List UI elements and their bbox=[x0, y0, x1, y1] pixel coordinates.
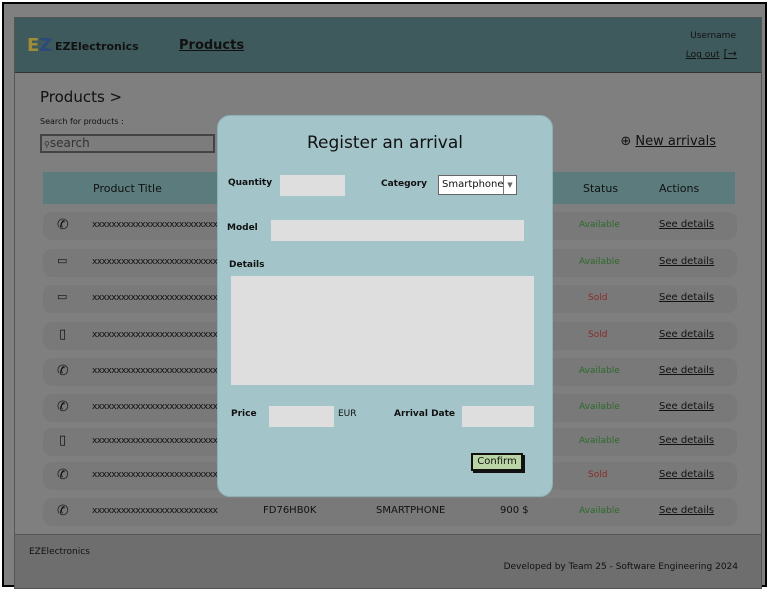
logo: EZ bbox=[27, 35, 53, 56]
modal-title: Register an arrival bbox=[306, 133, 463, 153]
col-actions: Actions bbox=[659, 182, 700, 195]
arrival-date-input[interactable] bbox=[462, 406, 534, 427]
status-badge: Sold bbox=[588, 293, 608, 303]
chevron-down-icon: ▼ bbox=[503, 176, 516, 194]
search-placeholder: search bbox=[49, 136, 90, 150]
phone-icon: ✆ bbox=[57, 363, 69, 379]
logout-arrow-icon: [→ bbox=[723, 47, 737, 60]
footer-credits: Developed by Team 25 - Software Engineer… bbox=[503, 562, 738, 572]
search-input[interactable]: ⚲search bbox=[40, 134, 215, 153]
product-title: xxxxxxxxxxxxxxxxxxxxxxxxxx bbox=[92, 436, 218, 446]
price-input[interactable] bbox=[269, 406, 334, 427]
see-details-link[interactable]: See details bbox=[659, 401, 714, 412]
footer-brand: EZElectronics bbox=[29, 547, 90, 557]
laptop-icon: ▭ bbox=[57, 254, 68, 267]
logout-label: Log out bbox=[685, 50, 720, 60]
status-badge: Available bbox=[579, 366, 620, 376]
quantity-label: Quantity bbox=[228, 178, 273, 188]
see-details-link[interactable]: See details bbox=[659, 365, 714, 376]
appliance-icon: ▯ bbox=[59, 433, 67, 448]
product-title: xxxxxxxxxxxxxxxxxxxxxxxxxx bbox=[92, 257, 218, 267]
new-arrivals-button[interactable]: ⊕ New arrivals bbox=[620, 134, 716, 149]
product-category: SMARTPHONE bbox=[376, 505, 446, 516]
arrival-date-label: Arrival Date bbox=[394, 409, 456, 419]
product-title: xxxxxxxxxxxxxxxxxxxxxxxxxx bbox=[92, 506, 218, 516]
brand-name: EZElectronics bbox=[55, 40, 139, 53]
status-badge: Available bbox=[579, 220, 620, 230]
footer: EZElectronics Developed by Team 25 - Sof… bbox=[15, 534, 761, 588]
price-label: Price bbox=[231, 409, 257, 419]
see-details-link[interactable]: See details bbox=[659, 219, 714, 230]
laptop-icon: ▭ bbox=[57, 290, 68, 303]
details-textarea[interactable] bbox=[231, 276, 534, 385]
logout-link[interactable]: Log out [→ bbox=[686, 47, 737, 60]
status-badge: Available bbox=[579, 506, 620, 516]
category-value: Smartphone bbox=[442, 179, 504, 190]
appliance-icon: ▯ bbox=[59, 327, 67, 342]
breadcrumb: Products > bbox=[40, 88, 123, 106]
currency-label: EUR bbox=[338, 409, 357, 419]
header: EZ EZElectronics Products Username Log o… bbox=[15, 18, 761, 73]
see-details-link[interactable]: See details bbox=[659, 292, 714, 303]
product-title: xxxxxxxxxxxxxxxxxxxxxxxxxx bbox=[92, 470, 218, 480]
product-title: xxxxxxxxxxxxxxxxxxxxxxxxxx bbox=[92, 220, 218, 230]
see-details-link[interactable]: See details bbox=[659, 469, 714, 480]
model-input[interactable] bbox=[271, 220, 524, 241]
new-arrivals-label: New arrivals bbox=[635, 134, 716, 149]
status-badge: Available bbox=[579, 402, 620, 412]
details-label: Details bbox=[229, 260, 265, 270]
plus-circle-icon: ⊕ bbox=[620, 134, 632, 149]
phone-icon: ✆ bbox=[57, 399, 69, 415]
see-details-link[interactable]: See details bbox=[659, 329, 714, 340]
username: Username bbox=[690, 31, 736, 41]
see-details-link[interactable]: See details bbox=[659, 256, 714, 267]
product-code: FD76HB0K bbox=[263, 505, 317, 516]
product-title: xxxxxxxxxxxxxxxxxxxxxxxxxx bbox=[92, 402, 218, 412]
status-badge: Available bbox=[579, 257, 620, 267]
search-label: Search for products : bbox=[40, 117, 124, 126]
col-title: Product Title bbox=[93, 182, 162, 195]
category-select[interactable]: Smartphone ▼ bbox=[438, 175, 517, 195]
category-label: Category bbox=[381, 179, 428, 189]
phone-icon: ✆ bbox=[57, 467, 69, 483]
product-title: xxxxxxxxxxxxxxxxxxxxxxxxxx bbox=[92, 293, 218, 303]
product-title: xxxxxxxxxxxxxxxxxxxxxxxxxx bbox=[92, 330, 218, 340]
status-badge: Sold bbox=[588, 470, 608, 480]
col-status: Status bbox=[583, 182, 619, 195]
see-details-link[interactable]: See details bbox=[659, 505, 714, 516]
confirm-button[interactable]: Confirm bbox=[471, 453, 523, 471]
table-row: ✆ xxxxxxxxxxxxxxxxxxxxxxxxxx FD76HB0K SMART… bbox=[43, 498, 737, 526]
phone-icon: ✆ bbox=[57, 217, 69, 233]
product-price: 900 $ bbox=[500, 505, 529, 516]
see-details-link[interactable]: See details bbox=[659, 435, 714, 446]
status-badge: Sold bbox=[588, 330, 608, 340]
phone-icon: ✆ bbox=[57, 503, 69, 519]
nav-products[interactable]: Products bbox=[179, 38, 244, 53]
quantity-input[interactable] bbox=[280, 175, 345, 196]
status-badge: Available bbox=[579, 436, 620, 446]
product-title: xxxxxxxxxxxxxxxxxxxxxxxxxx bbox=[92, 366, 218, 376]
register-arrival-modal: Register an arrival Quantity Category Sm… bbox=[217, 115, 553, 497]
model-label: Model bbox=[227, 223, 258, 233]
